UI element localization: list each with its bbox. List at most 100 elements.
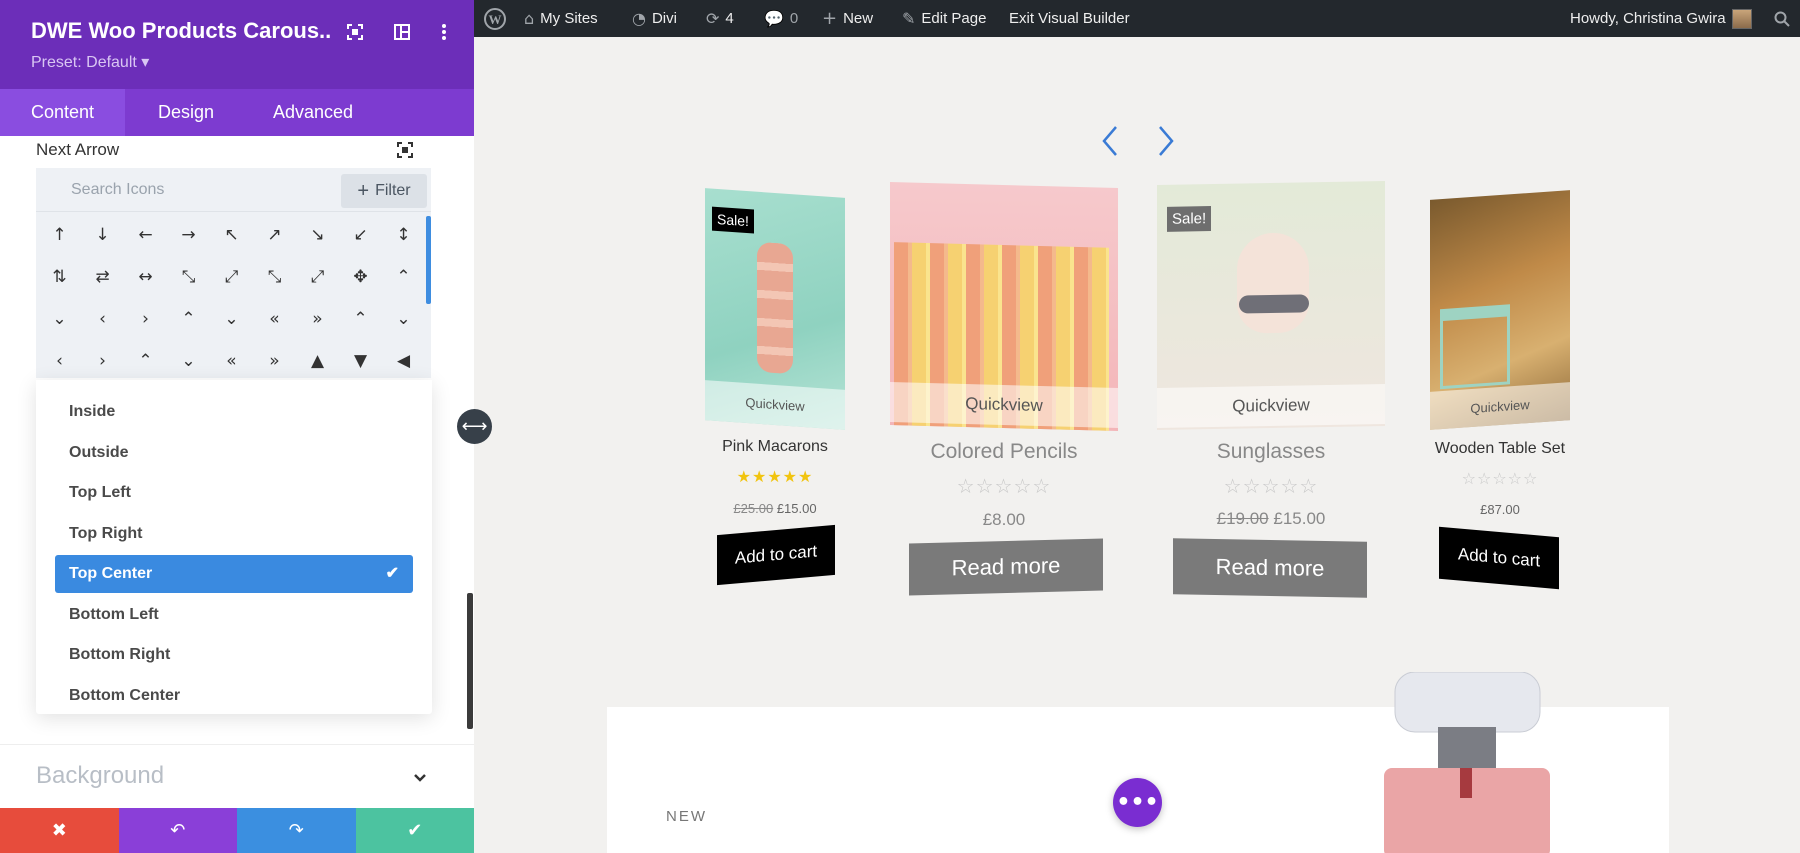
filter-button[interactable]: + Filter [341, 174, 427, 208]
chevron-down-icon[interactable] [412, 770, 430, 788]
product-name[interactable]: Wooden Table Set [1430, 440, 1570, 458]
product-name[interactable]: Colored Pencils [890, 440, 1118, 464]
arrow-glyph-icon[interactable]: ↕ [382, 214, 425, 256]
arrow-glyph-icon[interactable]: ← [124, 214, 167, 256]
option-inside[interactable]: Inside [55, 393, 413, 431]
preset-selector[interactable]: Preset: Default ▾ [31, 52, 149, 72]
option-top-center[interactable]: Top Center ✔ [55, 555, 413, 593]
arrow-glyph-icon[interactable]: ⌄ [382, 298, 425, 340]
carousel-next-arrow[interactable] [1155, 124, 1177, 158]
icon-search-input[interactable] [36, 168, 336, 212]
option-top-left[interactable]: Top Left [55, 474, 413, 512]
arrow-glyph-icon[interactable]: › [124, 298, 167, 340]
product-card: Sale! Quickview Sunglasses ☆☆☆☆☆ £19.00 … [1157, 181, 1385, 603]
product-image[interactable]: Sale! Quickview [705, 188, 845, 430]
arrow-glyph-icon[interactable]: ‹ [38, 340, 81, 378]
carousel-prev-arrow[interactable] [1099, 124, 1121, 158]
arrow-glyph-icon[interactable]: ↓ [81, 214, 124, 256]
option-outside[interactable]: Outside [55, 434, 413, 472]
arrow-glyph-icon[interactable]: ⌄ [167, 340, 210, 378]
quickview-button[interactable]: Quickview [1157, 384, 1385, 428]
builder-options-button[interactable]: ••• [1113, 778, 1162, 827]
panel-scrollbar[interactable] [467, 593, 473, 729]
search-icon[interactable] [1774, 0, 1790, 37]
option-top-right[interactable]: Top Right [55, 515, 413, 553]
arrow-glyph-icon[interactable]: ⌄ [38, 298, 81, 340]
arrow-glyph-icon[interactable]: ⌃ [124, 340, 167, 378]
read-more-button[interactable]: Read more [1173, 538, 1367, 598]
resize-handle[interactable]: ⟷ [457, 409, 492, 444]
divi-menu[interactable]: ◔ Divi [632, 0, 677, 37]
my-sites-menu[interactable]: ⌂ My Sites [524, 0, 598, 37]
product-name[interactable]: Pink Macarons [705, 438, 845, 456]
save-button[interactable]: ✔ [355, 808, 474, 853]
filter-label: Filter [375, 182, 411, 199]
add-to-cart-button[interactable]: Add to cart [1439, 526, 1559, 590]
option-bottom-left[interactable]: Bottom Left [55, 596, 413, 634]
read-more-button[interactable]: Read more [909, 538, 1103, 596]
old-price: £19.00 [1216, 509, 1269, 528]
exit-visual-builder-link[interactable]: Exit Visual Builder [1009, 0, 1130, 37]
product-image[interactable]: Sale! Quickview [1157, 181, 1385, 430]
arrow-glyph-icon[interactable]: ⤢ [210, 256, 253, 298]
option-bottom-center[interactable]: Bottom Center [55, 677, 413, 715]
arrow-glyph-icon[interactable]: ⤡ [167, 256, 210, 298]
quickview-button[interactable]: Quickview [705, 380, 845, 430]
background-section-toggle[interactable]: Background [36, 762, 164, 790]
arrow-glyph-icon[interactable]: ▼ [339, 340, 382, 378]
user-menu[interactable]: Howdy, Christina Gwira [1570, 0, 1752, 37]
arrow-glyph-icon[interactable]: ⤡ [253, 256, 296, 298]
star-rating: ★★★★★ [736, 467, 814, 486]
more-options-icon[interactable] [432, 20, 456, 44]
arrow-glyph-icon[interactable]: ⌃ [167, 298, 210, 340]
arrow-glyph-icon[interactable]: » [253, 340, 296, 378]
add-to-cart-button[interactable]: Add to cart [717, 524, 835, 586]
comments-menu[interactable]: 💬 0 [764, 0, 798, 37]
product-image[interactable]: Quickview [1430, 190, 1570, 430]
arrow-glyph-icon[interactable]: ⇄ [81, 256, 124, 298]
target-icon[interactable] [397, 142, 415, 160]
arrow-glyph-icon[interactable]: ⌃ [382, 256, 425, 298]
new-menu[interactable]: + New [822, 0, 873, 37]
undo-button[interactable]: ↶ [118, 808, 237, 853]
icon-grid-scrollbar[interactable] [426, 216, 431, 304]
option-label: Bottom Right [69, 646, 171, 663]
option-bottom-right[interactable]: Bottom Right [55, 636, 413, 674]
wordpress-icon[interactable]: W [484, 0, 506, 37]
arrow-glyph-icon[interactable]: ✥ [339, 256, 382, 298]
arrow-glyph-icon[interactable]: ↖ [210, 214, 253, 256]
arrow-glyph-icon[interactable]: › [81, 340, 124, 378]
split-view-icon[interactable] [390, 20, 414, 44]
arrow-glyph-icon[interactable]: ⇅ [38, 256, 81, 298]
fullscreen-icon[interactable] [343, 20, 367, 44]
svg-text:W: W [489, 12, 502, 27]
updates-menu[interactable]: ⟳ 4 [706, 0, 734, 37]
discard-button[interactable]: ✖ [0, 808, 119, 853]
tab-advanced[interactable]: Advanced [242, 89, 384, 136]
divi-label: Divi [651, 10, 677, 27]
tab-design[interactable]: Design [127, 89, 245, 136]
arrow-glyph-icon[interactable]: ‹ [81, 298, 124, 340]
arrow-glyph-icon[interactable]: ↔ [124, 256, 167, 298]
product-name[interactable]: Sunglasses [1157, 440, 1385, 464]
arrow-glyph-icon[interactable]: « [253, 298, 296, 340]
arrow-glyph-icon[interactable]: ▲ [296, 340, 339, 378]
arrow-glyph-icon[interactable]: ⤢ [296, 256, 339, 298]
arrow-glyph-icon[interactable]: ↗ [253, 214, 296, 256]
arrow-glyph-icon[interactable]: ⌃ [339, 298, 382, 340]
arrow-glyph-icon[interactable]: ⌄ [210, 298, 253, 340]
arrow-glyph-icon[interactable]: ↘ [296, 214, 339, 256]
edit-page-link[interactable]: ✎ Edit Page [902, 0, 986, 37]
quickview-button[interactable]: Quickview [890, 382, 1118, 428]
tab-content[interactable]: Content [0, 89, 126, 136]
arrow-glyph-icon[interactable]: → [167, 214, 210, 256]
arrow-glyph-icon[interactable]: ↑ [38, 214, 81, 256]
product-image[interactable]: Quickview [890, 182, 1118, 431]
redo-button[interactable]: ↷ [237, 808, 356, 853]
quickview-button[interactable]: Quickview [1430, 382, 1570, 430]
arrow-glyph-icon[interactable]: » [296, 298, 339, 340]
arrow-glyph-icon[interactable]: ↙ [339, 214, 382, 256]
arrow-glyph-icon[interactable]: « [210, 340, 253, 378]
icon-search-bar: + Filter [36, 168, 431, 212]
arrow-glyph-icon[interactable]: ◀ [382, 340, 425, 378]
